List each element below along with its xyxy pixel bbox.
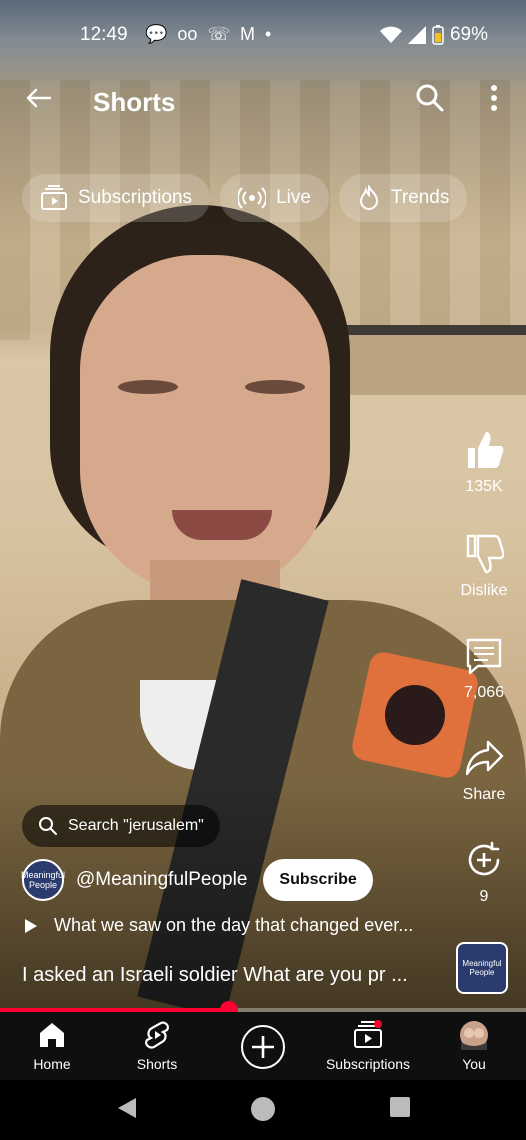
nav-subscriptions[interactable]: Subscriptions (318, 1020, 418, 1072)
chip-live[interactable]: Live (220, 174, 329, 222)
comment-count: 7,066 (463, 684, 505, 701)
nav-label: Home (33, 1056, 71, 1072)
bottom-navigation: Home Shorts Subscriptions You (0, 1012, 526, 1080)
wifi-icon (379, 26, 402, 43)
background-railing (330, 325, 526, 395)
chip-label: Subscriptions (78, 187, 193, 208)
related-search-label: Search "jerusalem" (68, 817, 204, 834)
gmail-icon: M (239, 24, 255, 44)
more-vert-icon[interactable] (480, 82, 508, 114)
status-time: 12:49 (80, 24, 128, 45)
comments-button[interactable]: 7,066 (448, 636, 520, 702)
nav-home[interactable]: Home (2, 1020, 102, 1072)
search-icon[interactable] (414, 82, 446, 114)
home-icon (40, 1023, 64, 1047)
remix-count: 9 (479, 888, 489, 905)
system-icons: 69% (379, 24, 488, 46)
dot-icon: • (264, 24, 272, 44)
like-count: 135K (465, 478, 503, 495)
playlist-title: What we saw on the day that changed ever… (54, 915, 414, 935)
person-face (80, 255, 330, 595)
subscribe-button[interactable]: Subscribe (263, 859, 373, 901)
system-recents-icon[interactable] (389, 1096, 411, 1118)
dislike-button[interactable]: Dislike (448, 534, 520, 600)
profile-avatar-icon (460, 1021, 488, 1050)
dislike-label: Dislike (460, 582, 508, 599)
status-bar: 12:49 💬 ᴏᴏ ☏ M • 69% (0, 0, 526, 66)
share-icon (465, 740, 504, 776)
nav-shorts[interactable]: Shorts (107, 1020, 207, 1072)
system-home-icon[interactable] (250, 1096, 276, 1122)
chip-trends[interactable]: Trends (338, 174, 468, 222)
nav-label: You (462, 1056, 486, 1072)
nav-label: Shorts (136, 1056, 178, 1072)
notification-icons: 💬 ᴏᴏ ☏ M • (145, 24, 271, 45)
top-app-bar: Shorts (0, 78, 526, 126)
share-button[interactable]: Share (448, 738, 520, 804)
nav-label: Subscriptions (325, 1056, 411, 1072)
create-plus-icon (252, 1036, 274, 1058)
voicemail-icon: ᴏᴏ (177, 24, 198, 44)
signal-icon (407, 26, 426, 44)
message-icon: 💬 (145, 24, 168, 44)
page-title: Shorts (93, 87, 176, 117)
person-eye-right (245, 380, 305, 394)
system-back-icon[interactable] (116, 1096, 138, 1120)
subscriptions-icon (41, 185, 67, 210)
person-eye-left (118, 380, 178, 394)
missed-call-icon: ☏ (207, 24, 230, 44)
play-icon (25, 918, 37, 933)
back-arrow-icon[interactable] (22, 82, 54, 114)
live-icon (238, 187, 267, 209)
nav-you[interactable]: You (424, 1020, 524, 1072)
chip-subscriptions[interactable]: Subscriptions (22, 174, 211, 222)
filter-chips: Subscriptions Live Trends (22, 174, 468, 222)
channel-handle[interactable]: @MeaningfulPeople (76, 869, 247, 891)
share-label: Share (462, 786, 506, 803)
system-navigation-bar (0, 1080, 526, 1140)
search-icon (39, 817, 57, 835)
channel-row: Meaningful People @MeaningfulPeople Subs… (21, 858, 373, 902)
playlist-link[interactable]: What we saw on the day that changed ever… (24, 915, 413, 936)
person-mouth (172, 510, 272, 540)
create-button[interactable] (241, 1025, 285, 1069)
battery-icon (432, 25, 444, 45)
chip-label: Trends (390, 187, 450, 208)
uniform-patch-emblem (385, 685, 445, 745)
trends-icon (359, 185, 378, 210)
comment-icon (466, 638, 502, 675)
remix-button[interactable]: 9 (448, 840, 520, 906)
channel-avatar[interactable]: Meaningful People (21, 859, 65, 901)
video-caption[interactable]: I asked an Israeli soldier What are you … (22, 964, 408, 987)
sound-thumbnail[interactable]: Meaningful People (456, 942, 508, 994)
like-button[interactable]: 135K (448, 430, 520, 496)
shorts-icon (145, 1021, 169, 1049)
related-search-pill[interactable]: Search "jerusalem" (22, 805, 220, 847)
thumbs-up-icon (468, 432, 504, 468)
chip-label: Live (276, 187, 311, 208)
subscriptions-icon (354, 1020, 382, 1048)
remix-icon (468, 841, 500, 876)
thumbs-down-icon (466, 534, 504, 574)
battery-level: 69% (449, 24, 488, 45)
